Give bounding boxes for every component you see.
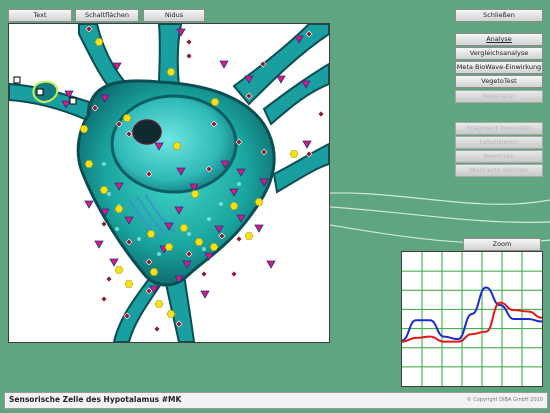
hexagon-marker[interactable] — [99, 186, 109, 194]
hexagon-marker[interactable] — [84, 160, 94, 168]
diamond-marker[interactable] — [153, 325, 161, 333]
triangle-marker[interactable] — [94, 240, 104, 249]
hexagon-marker[interactable] — [210, 98, 220, 106]
tab-buttons[interactable]: Schaltflächen — [75, 9, 139, 22]
hexagon-marker[interactable] — [190, 190, 200, 198]
hexagon-marker[interactable] — [149, 268, 159, 276]
triangle-marker[interactable] — [109, 258, 119, 267]
hexagon-marker[interactable] — [209, 243, 219, 251]
hexagon-marker[interactable] — [164, 243, 174, 251]
analysis-button[interactable]: Analyse — [455, 33, 543, 46]
hexagon-marker[interactable] — [114, 266, 124, 274]
comparative-analysis-button[interactable]: Vergleichsanalyse — [455, 47, 543, 60]
hexagon-marker[interactable] — [122, 114, 132, 122]
copyright-notice: © Copyright DIBA GmbH 2010 — [466, 397, 543, 403]
hexagon-marker[interactable] — [172, 142, 182, 150]
triangle-marker[interactable] — [200, 290, 210, 299]
square-marker[interactable] — [13, 76, 21, 84]
frequency-graph — [401, 251, 543, 387]
bioware-influence-button[interactable]: Meta BioWave-Einwirkung — [455, 61, 543, 74]
hexagon-marker[interactable] — [154, 300, 164, 308]
hexagon-marker[interactable] — [124, 280, 134, 288]
series-line-1 — [402, 301, 542, 343]
triangle-marker[interactable] — [254, 224, 264, 233]
status-bar: Sensorische Zelle des Hypotalamus #MK © … — [4, 392, 548, 409]
vegeto-test-button[interactable]: VegetoTest — [455, 75, 543, 88]
page-title: Sensorische Zelle des Hypotalamus #MK — [9, 395, 182, 404]
evaluate-button[interactable]: Bewerten — [455, 150, 543, 163]
line-chart — [402, 252, 542, 386]
hexagon-marker[interactable] — [289, 150, 299, 158]
repair-button[interactable]: Reparatur — [455, 90, 543, 103]
hexagon-marker[interactable] — [166, 310, 176, 318]
tab-text[interactable]: Text — [8, 9, 72, 22]
triangle-marker[interactable] — [84, 200, 94, 209]
hexagon-marker[interactable] — [166, 68, 176, 76]
neuron-cell-image — [9, 24, 329, 342]
hexagon-marker[interactable] — [79, 125, 89, 133]
hexagon-marker[interactable] — [229, 202, 239, 210]
localize-button[interactable]: Lokalisieren — [455, 136, 543, 149]
hexagon-marker[interactable] — [114, 205, 124, 213]
diamond-marker[interactable] — [200, 270, 208, 278]
square-marker[interactable] — [36, 88, 44, 96]
triangle-marker[interactable] — [302, 140, 312, 149]
series-line-0 — [402, 286, 542, 342]
hexagon-marker[interactable] — [179, 224, 189, 232]
hexagon-marker[interactable] — [194, 238, 204, 246]
zoom-button[interactable]: Zoom — [463, 238, 541, 251]
diamond-marker[interactable] — [185, 38, 193, 46]
evaluate-fragment-button[interactable]: Fragment bewerten — [455, 122, 543, 135]
hexagon-marker[interactable] — [244, 232, 254, 240]
triangle-marker[interactable] — [219, 60, 229, 69]
square-marker[interactable] — [69, 97, 77, 105]
diamond-marker[interactable] — [230, 270, 238, 278]
diamond-marker[interactable] — [105, 275, 113, 283]
hexagon-marker[interactable] — [146, 230, 156, 238]
hexagon-marker[interactable] — [94, 38, 104, 46]
diamond-marker[interactable] — [100, 295, 108, 303]
close-button[interactable]: Schließen — [455, 9, 543, 22]
delete-marked-button[interactable]: Markierte löschen — [455, 164, 543, 177]
diamond-marker[interactable] — [235, 235, 243, 243]
diamond-marker[interactable] — [317, 110, 325, 118]
triangle-marker[interactable] — [276, 75, 286, 84]
tab-nidus[interactable]: Nidus — [143, 9, 205, 22]
diamond-marker[interactable] — [185, 52, 193, 60]
hexagon-marker[interactable] — [254, 198, 264, 206]
cell-image-panel[interactable] — [8, 23, 330, 343]
triangle-marker[interactable] — [266, 260, 276, 269]
